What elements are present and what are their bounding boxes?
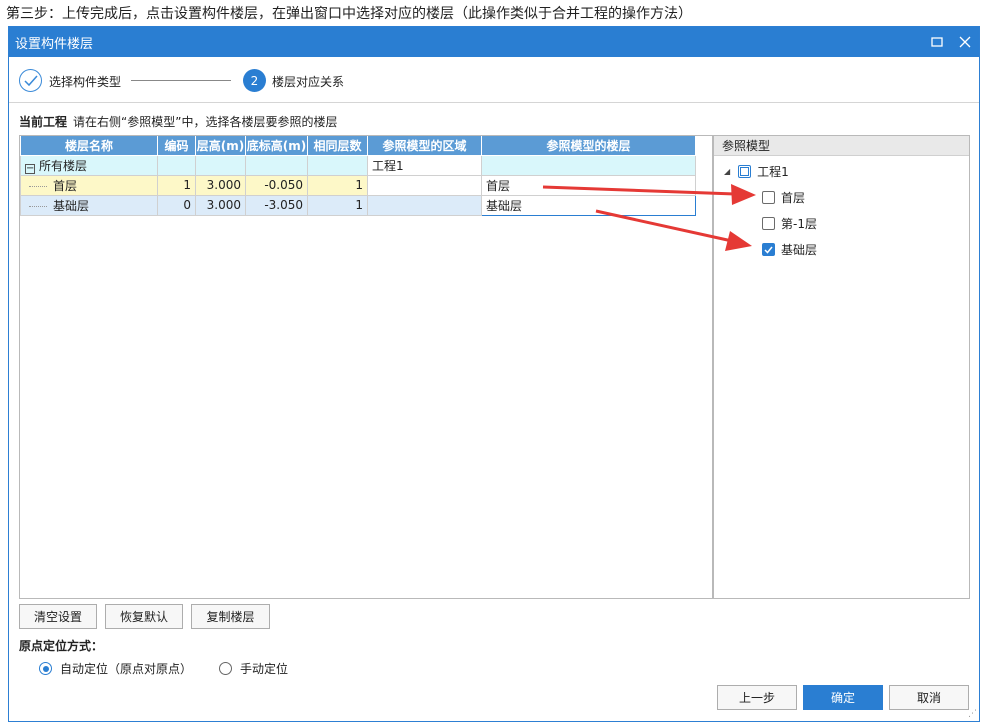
radio-auto-label: 自动定位（原点对原点） [60, 662, 193, 676]
current-project-info: 当前工程 请在右侧“参照模型”中，选择各楼层要参照的楼层 [19, 113, 337, 130]
copy-floor-button[interactable]: 复制楼层 [191, 604, 270, 629]
ok-button[interactable]: 确定 [803, 685, 883, 710]
cell-ref-region[interactable] [367, 174, 482, 196]
step-connector [131, 80, 231, 81]
radio-manual-label: 手动定位 [240, 662, 289, 676]
table-header: 楼层名称 编码 层高(m) 底标高(m) 相同层数 参照模型的区域 参照模型的楼… [20, 136, 696, 156]
cell-bottom [245, 154, 308, 176]
col-same-count[interactable]: 相同层数 [307, 136, 368, 156]
tree-item-minus1-floor[interactable]: 第-1层 [762, 215, 817, 232]
maximize-icon [931, 37, 943, 47]
maximize-button[interactable] [923, 27, 951, 57]
cell-floor-name[interactable]: 首层 [20, 174, 158, 196]
floor-mapping-grid: 楼层名称 编码 层高(m) 底标高(m) 相同层数 参照模型的区域 参照模型的楼… [19, 135, 713, 599]
table-row-all-floors[interactable]: − 所有楼层 工程1 [20, 154, 696, 176]
prev-step-button[interactable]: 上一步 [717, 685, 797, 710]
cell-floor-name[interactable]: 基础层 [20, 194, 158, 216]
cell-same-count[interactable]: 1 [307, 194, 368, 216]
collapse-icon[interactable]: − [25, 163, 35, 174]
table-row[interactable]: 首层 1 3.000 -0.050 1 首层 [20, 174, 696, 196]
tutorial-caption: 第三步：上传完成后，点击设置构件楼层，在弹出窗口中选择对应的楼层（此操作类似于合… [6, 6, 692, 22]
cell-same-count[interactable]: 1 [307, 174, 368, 196]
col-height[interactable]: 层高(m) [195, 136, 246, 156]
tree-item-first-floor[interactable]: 首层 [762, 189, 805, 206]
cell-ref-floor[interactable]: 首层 [481, 174, 696, 196]
root-checkbox[interactable] [738, 165, 752, 178]
clear-settings-button[interactable]: 清空设置 [19, 604, 97, 629]
floor-name-text: 首层 [53, 178, 78, 193]
cell-bottom[interactable]: -0.050 [245, 174, 308, 196]
cell-floor-name[interactable]: − 所有楼层 [20, 154, 158, 176]
col-ref-region[interactable]: 参照模型的区域 [367, 136, 482, 156]
ref-model-panel: 参照模型 ◢ 工程1 首层 第-1层 基础层 [713, 135, 970, 599]
dialog-titlebar: 设置构件楼层 [9, 27, 979, 57]
close-icon [959, 36, 971, 48]
all-floors-label: 所有楼层 [39, 158, 88, 173]
cell-height[interactable]: 3.000 [195, 194, 246, 216]
floor-name-text: 基础层 [53, 198, 90, 213]
cell-bottom[interactable]: -3.050 [245, 194, 308, 216]
tree-item-base-floor[interactable]: 基础层 [762, 241, 817, 258]
radio-auto-position[interactable]: 自动定位（原点对原点） [39, 660, 192, 677]
set-floor-dialog: 设置构件楼层 选择构件类型 2 楼层对应关系 当前工程 请在右侧“参照模型”中，选… [8, 26, 980, 722]
cell-same-count [307, 154, 368, 176]
col-ref-floor[interactable]: 参照模型的楼层 [481, 136, 696, 156]
col-code[interactable]: 编码 [157, 136, 196, 156]
radio-manual-indicator[interactable] [219, 662, 232, 675]
origin-mode-label: 原点定位方式： [19, 639, 104, 653]
checkbox-base-floor[interactable] [762, 243, 775, 256]
ref-model-header: 参照模型 [714, 136, 969, 156]
col-floor-name[interactable]: 楼层名称 [20, 136, 158, 156]
cell-height [195, 154, 246, 176]
step2-label: 楼层对应关系 [272, 75, 345, 89]
cell-ref-region[interactable] [367, 194, 482, 216]
cell-code [157, 154, 196, 176]
cell-height[interactable]: 3.000 [195, 174, 246, 196]
table-row[interactable]: 基础层 0 3.000 -3.050 1 基础层 [20, 194, 696, 216]
col-bottom[interactable]: 底标高(m) [245, 136, 308, 156]
checkbox-first-floor[interactable] [762, 191, 775, 204]
restore-default-button[interactable]: 恢复默认 [105, 604, 183, 629]
tree-root-project[interactable]: ◢ 工程1 [724, 163, 789, 180]
step1-done-icon [19, 69, 42, 92]
checkbox-minus1-floor[interactable] [762, 217, 775, 230]
close-button[interactable] [951, 27, 979, 57]
tree-item-label: 基础层 [781, 243, 818, 257]
cell-code[interactable]: 0 [157, 194, 196, 216]
step2-number: 2 [243, 69, 266, 92]
tree-connector [29, 205, 47, 207]
radio-manual-position[interactable]: 手动定位 [219, 660, 288, 677]
cell-code[interactable]: 1 [157, 174, 196, 196]
dialog-title: 设置构件楼层 [15, 36, 94, 52]
cell-ref-region[interactable]: 工程1 [367, 154, 482, 176]
floor-table: 楼层名称 编码 层高(m) 底标高(m) 相同层数 参照模型的区域 参照模型的楼… [20, 136, 696, 216]
cancel-button[interactable]: 取消 [889, 685, 969, 710]
cell-ref-floor[interactable]: 基础层 [481, 194, 696, 216]
wizard-steps: 选择构件类型 2 楼层对应关系 [9, 57, 979, 103]
current-project-hint: 请在右侧“参照模型”中，选择各楼层要参照的楼层 [73, 115, 338, 129]
tree-root-label: 工程1 [757, 165, 789, 179]
tree-item-label: 第-1层 [781, 217, 817, 231]
triangle-down-icon[interactable]: ◢ [724, 167, 730, 176]
cell-ref-floor[interactable] [481, 154, 696, 176]
tree-item-label: 首层 [781, 191, 806, 205]
radio-auto-indicator[interactable] [39, 662, 52, 675]
current-project-label: 当前工程 [19, 115, 68, 129]
tree-connector [29, 185, 47, 187]
check-icon [764, 246, 773, 254]
resize-grip-icon[interactable]: ⋰ [968, 709, 977, 719]
step1-label[interactable]: 选择构件类型 [49, 73, 121, 90]
